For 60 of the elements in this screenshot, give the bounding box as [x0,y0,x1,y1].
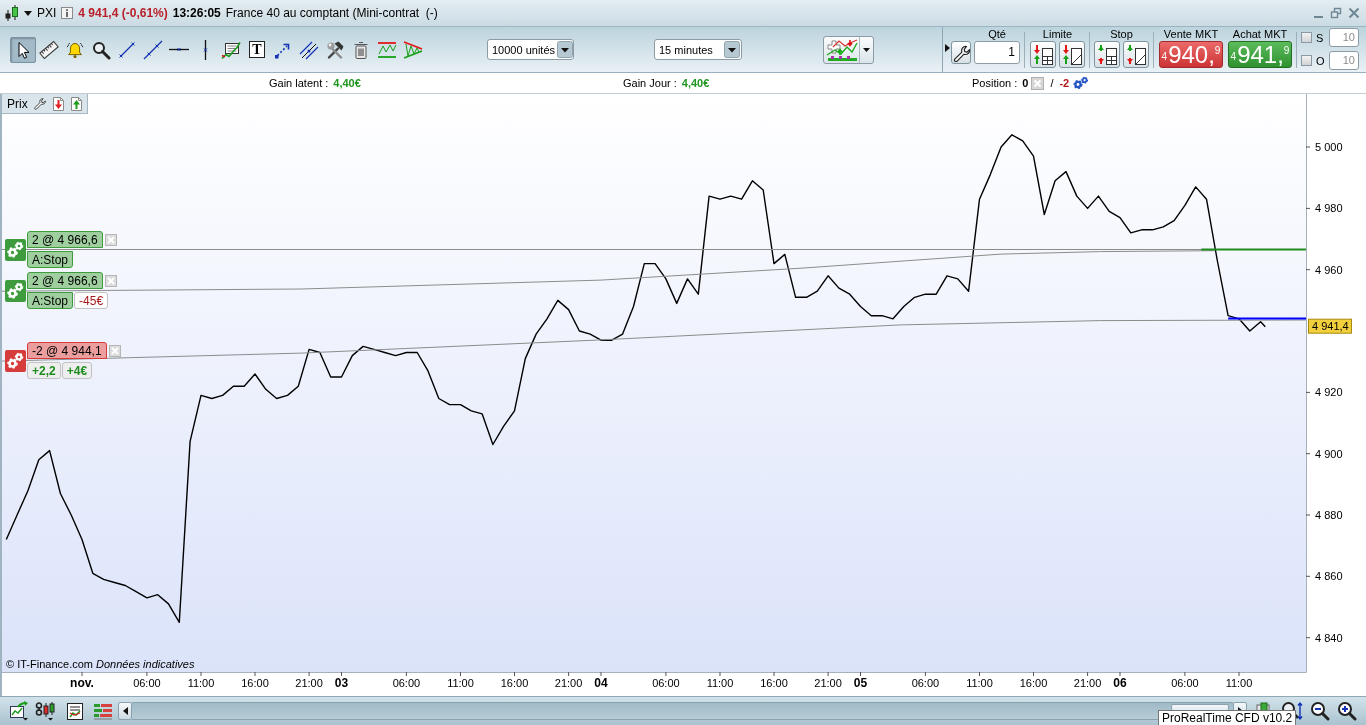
version-tooltip: ProRealTime CFD v10.2 [1158,710,1297,725]
quantity-label: Qté [988,28,1006,41]
gain-value: 4,40€ [681,77,710,89]
checkbox-label: O [1316,54,1326,67]
x-axis-label: 21:00 [814,677,842,689]
checkbox-label: S [1316,31,1325,44]
y-axis-label: 4 860 [1315,570,1343,583]
x-axis-label: 04 [594,676,608,690]
sell-label: Vente MKT [1163,28,1219,41]
series-name: Prix [7,96,28,111]
x-axis-label: 11:00 [966,677,993,689]
y-axis-label: 4 980 [1315,202,1343,215]
x-axis-label: 16:00 [500,677,529,689]
x-axis-label: 11:00 [187,677,215,689]
loss-value: -45€ [74,292,109,309]
symbol-name: PXI [37,6,57,20]
x-axis-label: 05 [853,676,868,690]
x-axis-label: 21:00 [554,677,583,689]
order-type-tag: A:Stop [27,292,74,309]
annotation: 4 941,4 [1312,320,1349,333]
x-axis-label: 06:00 [392,677,421,689]
credit-text: © IT-Finance.com Données indicatives [6,658,195,670]
x-axis-label: 16:00 [1019,677,1048,689]
separator-text: / [1050,77,1054,89]
x-axis-label: 06:00 [1171,677,1199,689]
gain-value: +4€ [61,362,93,379]
x-axis-label: 11:00 [706,677,734,689]
x-axis-label: 03 [334,676,349,690]
time-text: 13:26:05 [172,6,221,20]
price-label: 4 941,4 [1308,318,1352,334]
y-axis-label: 4 960 [1315,263,1343,276]
x-axis-label: 21:00 [295,677,323,689]
open-position-count: -2 [1059,77,1070,89]
y-axis-label: 4 920 [1315,386,1343,399]
position-label: Position : [972,77,1018,89]
x-axis-label: nov. [70,676,94,690]
gain-value: +2,2 [27,362,61,379]
x-axis-label: 16:00 [760,677,788,689]
x-axis-label: 11:00 [447,677,474,689]
x-axis-label: 06:00 [911,677,940,689]
gain-label: Gain Jour : [623,77,677,89]
window-title: France 40 au comptant (Mini-contrat (-) [225,6,438,20]
y-axis-label: 4 840 [1315,631,1343,644]
y-axis-label: 5 000 [1315,141,1343,153]
x-axis-label: 11:00 [1225,677,1253,689]
position-count: 0 [1022,77,1029,89]
stop-label: Stop [1110,28,1133,41]
gain-label: Gain latent : [269,77,329,89]
limit-label: Limite [1042,28,1073,41]
x-axis-label: 16:00 [241,677,269,689]
x-axis-label: 06 [1113,676,1127,690]
y-axis-label: 4 880 [1315,509,1343,521]
x-axis-label: 06:00 [133,677,161,689]
x-axis-label: 21:00 [1073,677,1102,689]
y-axis-label: 4 900 [1315,447,1343,460]
price-change: 4 941,4 (-0,61%) [78,6,168,20]
gain-value: 4,40€ [333,77,361,89]
x-axis-label: 06:00 [652,677,680,689]
order-type-tag: A:Stop [27,251,74,268]
buy-label: Achat MKT [1232,28,1288,41]
